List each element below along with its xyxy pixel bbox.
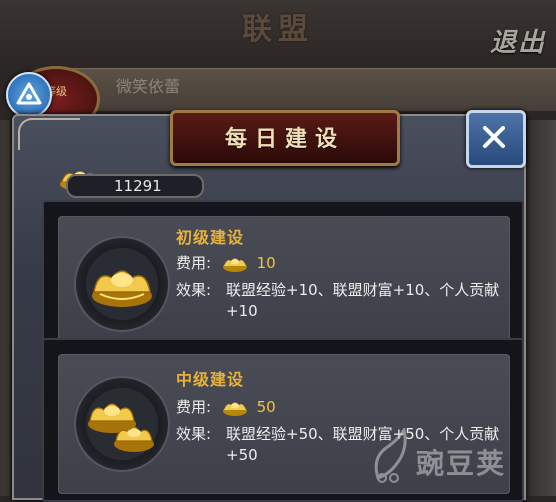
close-button[interactable] bbox=[466, 110, 526, 168]
effect-label: 效果: bbox=[176, 425, 212, 443]
cost-value: 10 bbox=[256, 254, 276, 272]
gold-balance: 11291 bbox=[66, 174, 204, 198]
option-card: 初级建设 费用: 10 效果: 联盟经验+10、联盟财富+10、个人贡献+10 bbox=[58, 216, 510, 342]
cost-label: 费用: bbox=[176, 398, 212, 416]
dialog-title: 每日建设 bbox=[224, 126, 345, 152]
construction-option-basic[interactable]: 初级建设 费用: 10 效果: 联盟经验+10、联盟财富+10、个人贡献+10 bbox=[42, 200, 524, 354]
background-title: 联盟 bbox=[242, 12, 314, 47]
option-effect: 效果: 联盟经验+10、联盟财富+10、个人贡献+10 bbox=[176, 280, 516, 322]
exit-button[interactable]: 退出 bbox=[490, 22, 546, 59]
effect-label: 效果: bbox=[176, 281, 212, 299]
gold-ingot-icon bbox=[92, 270, 152, 307]
option-medallion bbox=[74, 376, 170, 472]
alliance-info-bar: 微笑依蕾 bbox=[60, 68, 556, 111]
gold-amount: 11291 bbox=[114, 177, 162, 195]
watermark-logo-icon bbox=[374, 426, 407, 483]
gold-ingot-icon bbox=[222, 258, 247, 272]
effect-text: 联盟经验+10、联盟财富+10、个人贡献+10 bbox=[226, 281, 500, 320]
dialog-title-plate: 每日建设 bbox=[170, 110, 400, 166]
background-left-edge bbox=[0, 120, 10, 496]
username: 微笑依蕾 bbox=[116, 77, 181, 96]
option-cost: 费用: 50 bbox=[176, 396, 276, 417]
option-title: 初级建设 bbox=[176, 228, 245, 247]
cost-value: 50 bbox=[256, 398, 276, 416]
gold-ingots-icon bbox=[88, 403, 154, 452]
option-cost: 费用: 10 bbox=[176, 252, 276, 273]
option-title: 中级建设 bbox=[176, 370, 245, 389]
floating-assistant-icon[interactable] bbox=[6, 72, 52, 118]
dialog-corner-ornament bbox=[18, 118, 80, 150]
watermark: 豌豆荚 bbox=[368, 426, 516, 488]
close-icon bbox=[483, 126, 505, 148]
cost-label: 费用: bbox=[176, 254, 212, 272]
gold-ingot-icon bbox=[222, 402, 247, 416]
option-medallion bbox=[74, 236, 170, 332]
watermark-text: 豌豆荚 bbox=[416, 447, 507, 480]
